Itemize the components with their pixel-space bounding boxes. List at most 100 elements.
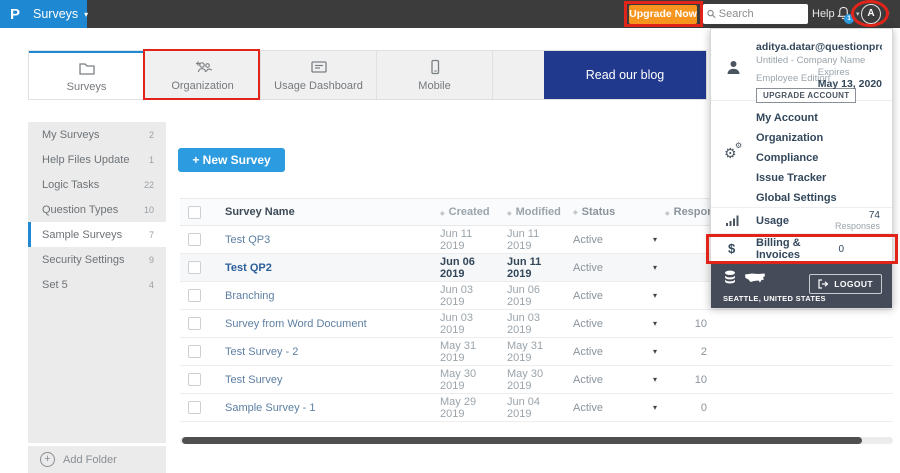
survey-name-link[interactable]: Test QP2 — [225, 262, 272, 274]
select-all-checkbox[interactable] — [188, 205, 201, 219]
menu-item-global-settings[interactable]: Global Settings — [711, 188, 892, 208]
account-summary: aditya.datar@questionpro.c... Untitled -… — [711, 29, 892, 103]
status-cell: Active ▾ — [563, 290, 665, 302]
created-date: Jun 03 2019 — [440, 283, 474, 308]
sidebar-item-set-5[interactable]: Set 5 4 — [28, 272, 166, 297]
menu-item-compliance[interactable]: Compliance — [711, 148, 892, 168]
notification-count-badge: 1 — [844, 14, 854, 24]
account-panel-footer: SEATTLE, UNITED STATES LOGOUT — [711, 264, 892, 308]
questionpro-logo-icon: P — [10, 5, 21, 23]
logout-label: LOGOUT — [834, 279, 873, 289]
billing-value: 0 — [838, 243, 844, 255]
tab-label: Mobile — [418, 79, 451, 92]
mobile-icon — [426, 59, 444, 77]
row-checkbox[interactable] — [188, 289, 201, 302]
column-header-created[interactable]: ◆ Created — [430, 206, 497, 218]
status-cell: Active ▾ — [563, 346, 665, 358]
settings-gears-icon: ⚙ ⚙ — [724, 141, 743, 161]
status-dropdown-caret[interactable]: ▾ — [653, 291, 657, 300]
menu-item-issue-tracker[interactable]: Issue Tracker — [711, 168, 892, 188]
sort-icon[interactable]: ◆ — [573, 209, 578, 216]
product-switcher-label[interactable]: Surveys — [33, 7, 78, 21]
row-checkbox[interactable] — [188, 261, 201, 274]
read-our-blog-button[interactable]: Read our blog — [544, 51, 706, 99]
status-dropdown-caret[interactable]: ▾ — [653, 347, 657, 356]
menu-item-my-account[interactable]: My Account — [711, 108, 892, 128]
account-menu-list: ⚙ ⚙ My Account Organization Compliance Issue… — [711, 101, 892, 208]
search-box[interactable] — [703, 4, 808, 24]
sidebar-item-count: 4 — [148, 279, 154, 290]
survey-name-link[interactable]: Branching — [225, 290, 275, 302]
created-date: Jun 03 2019 — [440, 311, 474, 336]
sort-icon[interactable]: ◆ — [507, 211, 512, 217]
column-header-modified[interactable]: ◆ Modified — [497, 206, 563, 218]
tab-usage-dashboard[interactable]: Usage Dashboard — [261, 51, 377, 99]
status-dropdown-caret[interactable]: ▾ — [653, 235, 657, 244]
plus-circle-icon: + — [40, 452, 55, 467]
modified-date: May 30 2019 — [507, 367, 544, 392]
survey-name-link[interactable]: Survey from Word Document — [225, 318, 367, 330]
tab-mobile[interactable]: Mobile — [377, 51, 493, 99]
survey-name-link[interactable]: Test Survey - 2 — [225, 346, 298, 358]
horizontal-scrollbar[interactable] — [180, 437, 893, 444]
help-link[interactable]: Help — [812, 8, 835, 20]
new-survey-button[interactable]: + New Survey — [178, 148, 285, 172]
upgrade-now-button[interactable]: Upgrade Now — [629, 5, 697, 24]
row-checkbox[interactable] — [188, 233, 201, 246]
menu-item-usage[interactable]: Usage 74 Responses — [711, 208, 892, 234]
tab-surveys[interactable]: Surveys — [29, 51, 145, 99]
sidebar-item-my-surveys[interactable]: My Surveys 2 — [28, 122, 166, 147]
survey-name-link[interactable]: Test QP3 — [225, 234, 270, 246]
status-dropdown-caret[interactable]: ▾ — [653, 375, 657, 384]
usage-label[interactable]: Usage — [756, 215, 789, 227]
top-bar: P Surveys ▾ Upgrade Now Help 1 ▾ A ▾ — [0, 0, 900, 28]
sidebar-item-logic-tasks[interactable]: Logic Tasks 22 — [28, 172, 166, 197]
response-count: 10 — [694, 317, 707, 330]
status-dropdown-caret[interactable]: ▾ — [653, 263, 657, 272]
sort-icon[interactable]: ◆ — [440, 211, 445, 217]
status-dropdown-caret[interactable]: ▾ — [653, 319, 657, 328]
sidebar-item-sample-surveys[interactable]: Sample Surveys 7 — [28, 222, 166, 247]
status-cell: Active ▾ — [563, 234, 665, 246]
row-checkbox[interactable] — [188, 317, 201, 330]
scrollbar-thumb[interactable] — [182, 437, 862, 444]
datacenter-location: SEATTLE, UNITED STATES — [723, 294, 826, 303]
sidebar-item-label: Help Files Update — [42, 153, 130, 166]
tab-organization[interactable]: Organization — [145, 51, 261, 99]
sidebar-item-label: Sample Surveys — [42, 228, 123, 241]
sidebar-item-label: Question Types — [42, 203, 119, 216]
account-company: Untitled - Company Name — [756, 55, 866, 66]
survey-name-link[interactable]: Sample Survey - 1 — [225, 402, 315, 414]
modified-date: Jun 06 2019 — [507, 283, 541, 308]
logout-button[interactable]: LOGOUT — [809, 274, 882, 294]
column-header-status[interactable]: ◆ Status — [563, 206, 665, 218]
sidebar-item-question-types[interactable]: Question Types 10 — [28, 197, 166, 222]
search-icon — [707, 9, 716, 19]
row-checkbox[interactable] — [188, 373, 201, 386]
usage-unit: Responses — [834, 221, 880, 232]
survey-name-link[interactable]: Test Survey — [225, 374, 282, 386]
status-dropdown-caret[interactable]: ▾ — [653, 403, 657, 412]
status-cell: Active ▾ — [563, 374, 665, 386]
account-avatar[interactable]: A — [861, 4, 881, 24]
menu-item-billing-invoices[interactable]: $ Billing & Invoices 0 — [711, 234, 892, 264]
sidebar-item-security-settings[interactable]: Security Settings 9 — [28, 247, 166, 272]
dashboard-icon — [310, 59, 328, 77]
billing-label[interactable]: Billing & Invoices — [756, 237, 838, 261]
created-date: Jun 06 2019 — [440, 255, 475, 280]
row-checkbox[interactable] — [188, 401, 201, 414]
chevron-down-icon[interactable]: ▾ — [856, 10, 860, 18]
sort-icon[interactable]: ◆ — [665, 211, 670, 217]
column-header-survey-name[interactable]: Survey Name — [225, 206, 430, 218]
add-folder-button[interactable]: + Add Folder — [28, 443, 166, 473]
search-input[interactable] — [718, 8, 804, 20]
row-checkbox[interactable] — [188, 345, 201, 358]
questionpro-app: P Surveys ▾ Upgrade Now Help 1 ▾ A ▾ Sur… — [0, 0, 900, 473]
sidebar-item-help-files-update[interactable]: Help Files Update 1 — [28, 147, 166, 172]
sidebar-item-count: 2 — [148, 129, 154, 140]
chevron-down-icon[interactable]: ▾ — [886, 10, 890, 18]
brand-menu[interactable]: P Surveys ▾ — [0, 0, 88, 28]
status-cell: Active ▾ — [563, 262, 665, 274]
sidebar-list: My Surveys 2 Help Files Update 1 Logic Tasks… — [28, 122, 166, 297]
organization-icon — [193, 59, 213, 77]
